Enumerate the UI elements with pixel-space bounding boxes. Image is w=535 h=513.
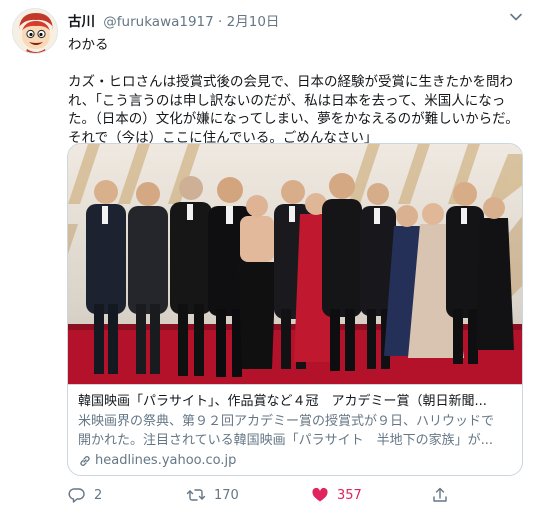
avatar-character <box>13 9 57 53</box>
card-description-line-2: 開かれた。注目されている韓国映画「パラサイト 半地下の家族」が... <box>78 433 494 448</box>
retweet-icon <box>186 489 206 501</box>
group-photo-image <box>68 144 522 384</box>
share-icon <box>433 487 447 502</box>
reply-icon <box>68 488 85 503</box>
tweet-text: わかる カズ・ヒロさんは授賞式後の会見で、日本の経験が受賞に生きたかを問われ、「… <box>68 37 519 146</box>
retweet-count: 170 <box>214 487 239 503</box>
retweet-button[interactable]: 170 <box>186 484 239 506</box>
card-description-line-1: 米映画界の祭典、第９２回アカデミー賞の授賞式が９日、ハリウッドで <box>78 414 495 429</box>
chevron-down-icon[interactable] <box>507 8 525 26</box>
reply-button[interactable]: 2 <box>68 484 102 506</box>
author-avatar[interactable] <box>12 8 58 54</box>
tweet-date[interactable]: 2月10日 <box>227 14 280 30</box>
tweet[interactable]: 古川 @furukawa1917 · 2月10日 わかる カズ・ヒロさんは授賞式… <box>0 0 535 513</box>
link-card[interactable]: 韓国映画「パラサイト」、作品賞など４冠 アカデミー賞（朝日新聞... 米映画界の… <box>67 143 523 476</box>
like-button[interactable]: 357 <box>311 484 362 506</box>
link-icon <box>80 455 90 466</box>
tweet-actions: 2 170 357 <box>68 484 468 506</box>
tweet-header: 古川 @furukawa1917 · 2月10日 <box>68 12 505 32</box>
author-name[interactable]: 古川 <box>68 14 95 30</box>
heart-icon <box>312 487 328 502</box>
separator: · <box>218 14 223 30</box>
card-description: 米映画界の祭典、第９２回アカデミー賞の授賞式が９日、ハリウッドで 開かれた。注目… <box>78 412 514 450</box>
card-body[interactable]: 韓国映画「パラサイト」、作品賞など４冠 アカデミー賞（朝日新聞... 米映画界の… <box>68 384 522 475</box>
like-count: 357 <box>337 487 362 503</box>
author-handle[interactable]: @furukawa1917 <box>103 14 213 30</box>
reply-count: 2 <box>94 487 103 503</box>
card-domain[interactable]: headlines.yahoo.co.jp <box>78 451 514 470</box>
card-title[interactable]: 韓国映画「パラサイト」、作品賞など４冠 アカデミー賞（朝日新聞... <box>78 392 514 411</box>
share-button[interactable] <box>431 484 449 506</box>
card-image[interactable] <box>68 144 522 384</box>
card-domain-text: headlines.yahoo.co.jp <box>95 453 237 468</box>
